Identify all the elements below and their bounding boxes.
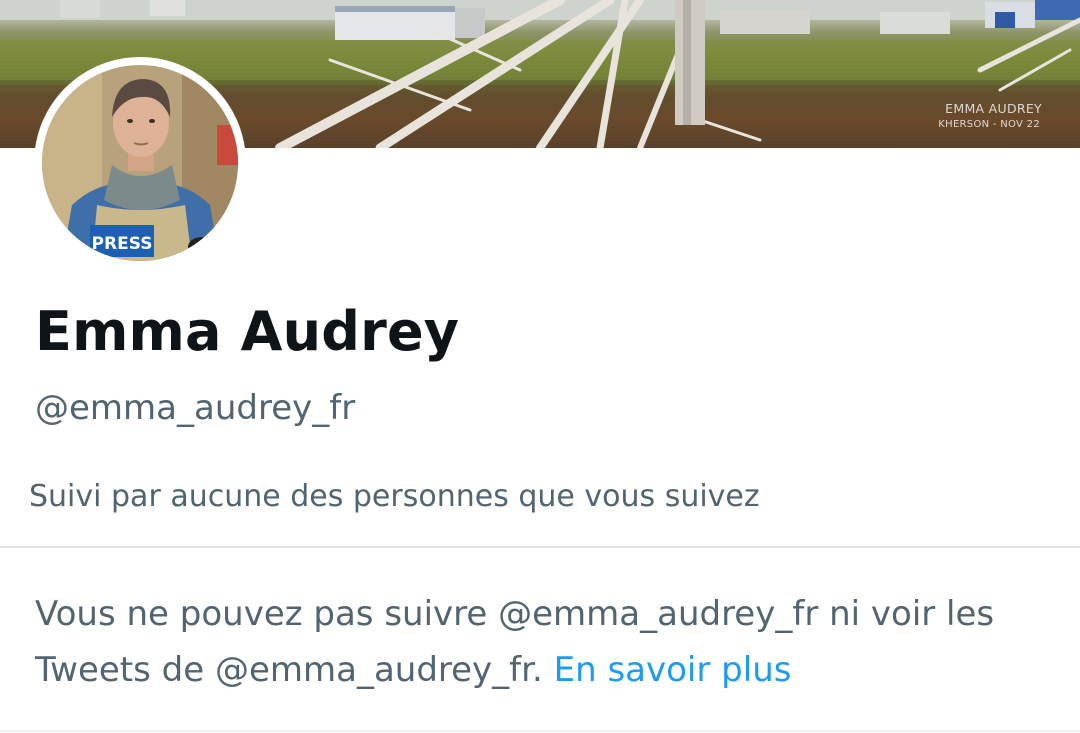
press-patch-text: PRESS (92, 234, 153, 254)
followed-by-text[interactable]: Suivi par aucune des personnes que vous … (29, 479, 760, 514)
learn-more-link[interactable]: En savoir plus (554, 650, 792, 690)
profile-handle: @emma_audrey_fr (35, 388, 356, 428)
banner-watermark-location: KHERSON - NOV 22 (938, 119, 1040, 130)
notice-text: Vous ne pouvez pas suivre @emma_audrey_f… (35, 594, 995, 690)
section-divider (0, 546, 1080, 548)
bottom-divider (0, 730, 1080, 732)
profile-display-name: Emma Audrey (35, 300, 460, 363)
protected-account-notice: Vous ne pouvez pas suivre @emma_audrey_f… (35, 586, 1065, 698)
avatar-photo: PRESS (42, 65, 238, 261)
banner-watermark-name: EMMA AUDREY (945, 101, 1042, 116)
profile-avatar[interactable]: PRESS (34, 57, 246, 269)
